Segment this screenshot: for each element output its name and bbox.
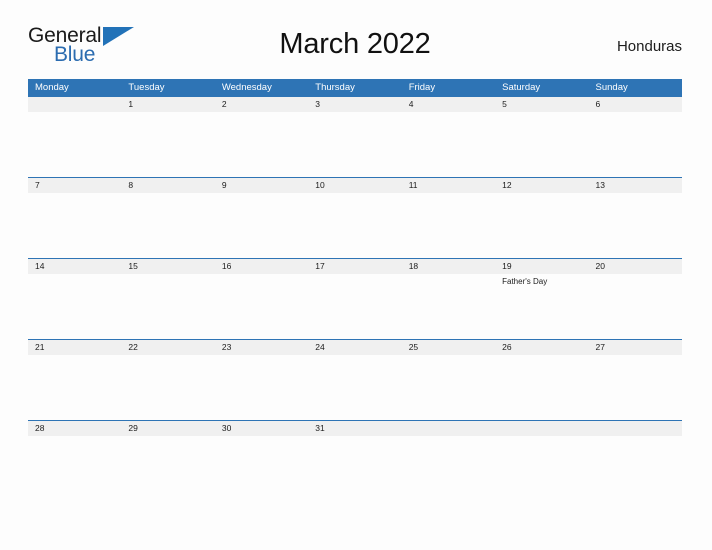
- day-event-note: [121, 112, 214, 114]
- day-number[interactable]: 12: [495, 178, 588, 193]
- weekday-header-row: Monday Tuesday Wednesday Thursday Friday…: [28, 79, 682, 96]
- weekday-header-tuesday: Tuesday: [128, 82, 165, 93]
- day-number[interactable]: 15: [121, 259, 214, 274]
- day-event-note: [495, 355, 588, 357]
- day-number[interactable]: 18: [402, 259, 495, 274]
- day-number[interactable]: 26: [495, 340, 588, 355]
- week-note-strip: [28, 112, 682, 114]
- calendar-week-row: 28 29 30 31: [28, 420, 682, 450]
- day-event-note: [308, 112, 401, 114]
- weekday-header-saturday: Saturday: [502, 82, 541, 93]
- weekday-header-friday: Friday: [408, 82, 436, 93]
- day-event-note: [402, 355, 495, 357]
- day-number[interactable]: 14: [28, 259, 121, 274]
- day-number[interactable]: 19: [495, 259, 588, 274]
- week-date-strip: 7 8 9 10 11 12 13: [28, 178, 682, 193]
- day-event-note: [121, 274, 214, 287]
- day-event-note: [28, 274, 121, 287]
- day-event-note: [402, 193, 495, 195]
- day-number[interactable]: 30: [215, 421, 308, 436]
- calendar-week-row: 7 8 9 10 11 12 13: [28, 177, 682, 258]
- day-number[interactable]: 8: [121, 178, 214, 193]
- country-label: Honduras: [616, 38, 682, 55]
- calendar-page: General Blue March 2022 Honduras Monday …: [0, 0, 712, 550]
- day-number[interactable]: 27: [589, 340, 682, 355]
- day-event-note: [589, 274, 682, 287]
- day-event-note: [589, 355, 682, 357]
- calendar-grid: Monday Tuesday Wednesday Thursday Friday…: [28, 79, 682, 450]
- weekday-header-thursday: Thursday: [315, 82, 355, 93]
- weekday-header-monday: Monday: [35, 82, 69, 93]
- day-number[interactable]: 29: [121, 421, 214, 436]
- day-number[interactable]: 22: [121, 340, 214, 355]
- day-number[interactable]: 25: [402, 340, 495, 355]
- day-event-note: [495, 193, 588, 195]
- day-number[interactable]: 16: [215, 259, 308, 274]
- day-event-note: [215, 193, 308, 195]
- day-event-note: [121, 436, 214, 438]
- page-header: General Blue March 2022 Honduras: [28, 22, 682, 74]
- day-event-note: [215, 436, 308, 438]
- week-note-strip: [28, 355, 682, 357]
- day-event-note: [402, 274, 495, 287]
- day-event-note: [308, 436, 401, 438]
- day-event-note: [402, 112, 495, 114]
- day-event-note: [589, 436, 682, 438]
- calendar-week-row: 21 22 23 24 25 26 27: [28, 339, 682, 420]
- day-event-note: [28, 112, 121, 114]
- day-number[interactable]: 1: [121, 97, 214, 112]
- day-number[interactable]: 6: [589, 97, 682, 112]
- day-number[interactable]: 10: [308, 178, 401, 193]
- week-note-strip: [28, 193, 682, 195]
- day-event-note: Father's Day: [502, 277, 548, 286]
- day-event-note: [308, 274, 401, 287]
- day-event-note: [215, 112, 308, 114]
- day-event-note: [402, 436, 495, 438]
- day-number[interactable]: 17: [308, 259, 401, 274]
- day-number[interactable]: 21: [28, 340, 121, 355]
- day-number[interactable]: [402, 421, 495, 436]
- day-number[interactable]: 3: [308, 97, 401, 112]
- day-number[interactable]: 2: [215, 97, 308, 112]
- weekday-header-sunday: Sunday: [595, 82, 628, 93]
- day-number[interactable]: [495, 421, 588, 436]
- week-note-strip: Father's Day: [28, 274, 682, 287]
- week-date-strip: 21 22 23 24 25 26 27: [28, 340, 682, 355]
- day-event-note: [28, 355, 121, 357]
- day-event-note: [589, 193, 682, 195]
- week-date-strip: 1 2 3 4 5 6: [28, 97, 682, 112]
- day-number[interactable]: 7: [28, 178, 121, 193]
- day-number[interactable]: 13: [589, 178, 682, 193]
- day-number[interactable]: 23: [215, 340, 308, 355]
- calendar-week-row: 1 2 3 4 5 6: [28, 96, 682, 177]
- day-number[interactable]: 24: [308, 340, 401, 355]
- day-number[interactable]: 4: [402, 97, 495, 112]
- day-number[interactable]: 31: [308, 421, 401, 436]
- weekday-header-wednesday: Wednesday: [221, 82, 272, 93]
- day-number[interactable]: 11: [402, 178, 495, 193]
- page-title: March 2022: [279, 28, 431, 60]
- day-event-note: [215, 274, 308, 287]
- day-number[interactable]: [589, 421, 682, 436]
- day-number[interactable]: 28: [28, 421, 121, 436]
- day-event-note: [589, 112, 682, 114]
- day-number[interactable]: 5: [495, 97, 588, 112]
- day-number[interactable]: 9: [215, 178, 308, 193]
- day-event-note: [308, 193, 401, 195]
- day-event-note: [495, 112, 588, 114]
- day-number[interactable]: [28, 97, 121, 112]
- day-event-note: [121, 355, 214, 357]
- day-event-note: [215, 355, 308, 357]
- day-event-note: [28, 193, 121, 195]
- week-note-strip: [28, 436, 682, 438]
- day-event-note: [28, 436, 121, 438]
- day-event-note: [495, 436, 588, 438]
- week-date-strip: 28 29 30 31: [28, 421, 682, 436]
- day-event-note: [121, 193, 214, 195]
- calendar-week-row: 14 15 16 17 18 19 20 Father's Day: [28, 258, 682, 339]
- day-event-note: [308, 355, 401, 357]
- day-number[interactable]: 20: [589, 259, 682, 274]
- week-date-strip: 14 15 16 17 18 19 20: [28, 259, 682, 274]
